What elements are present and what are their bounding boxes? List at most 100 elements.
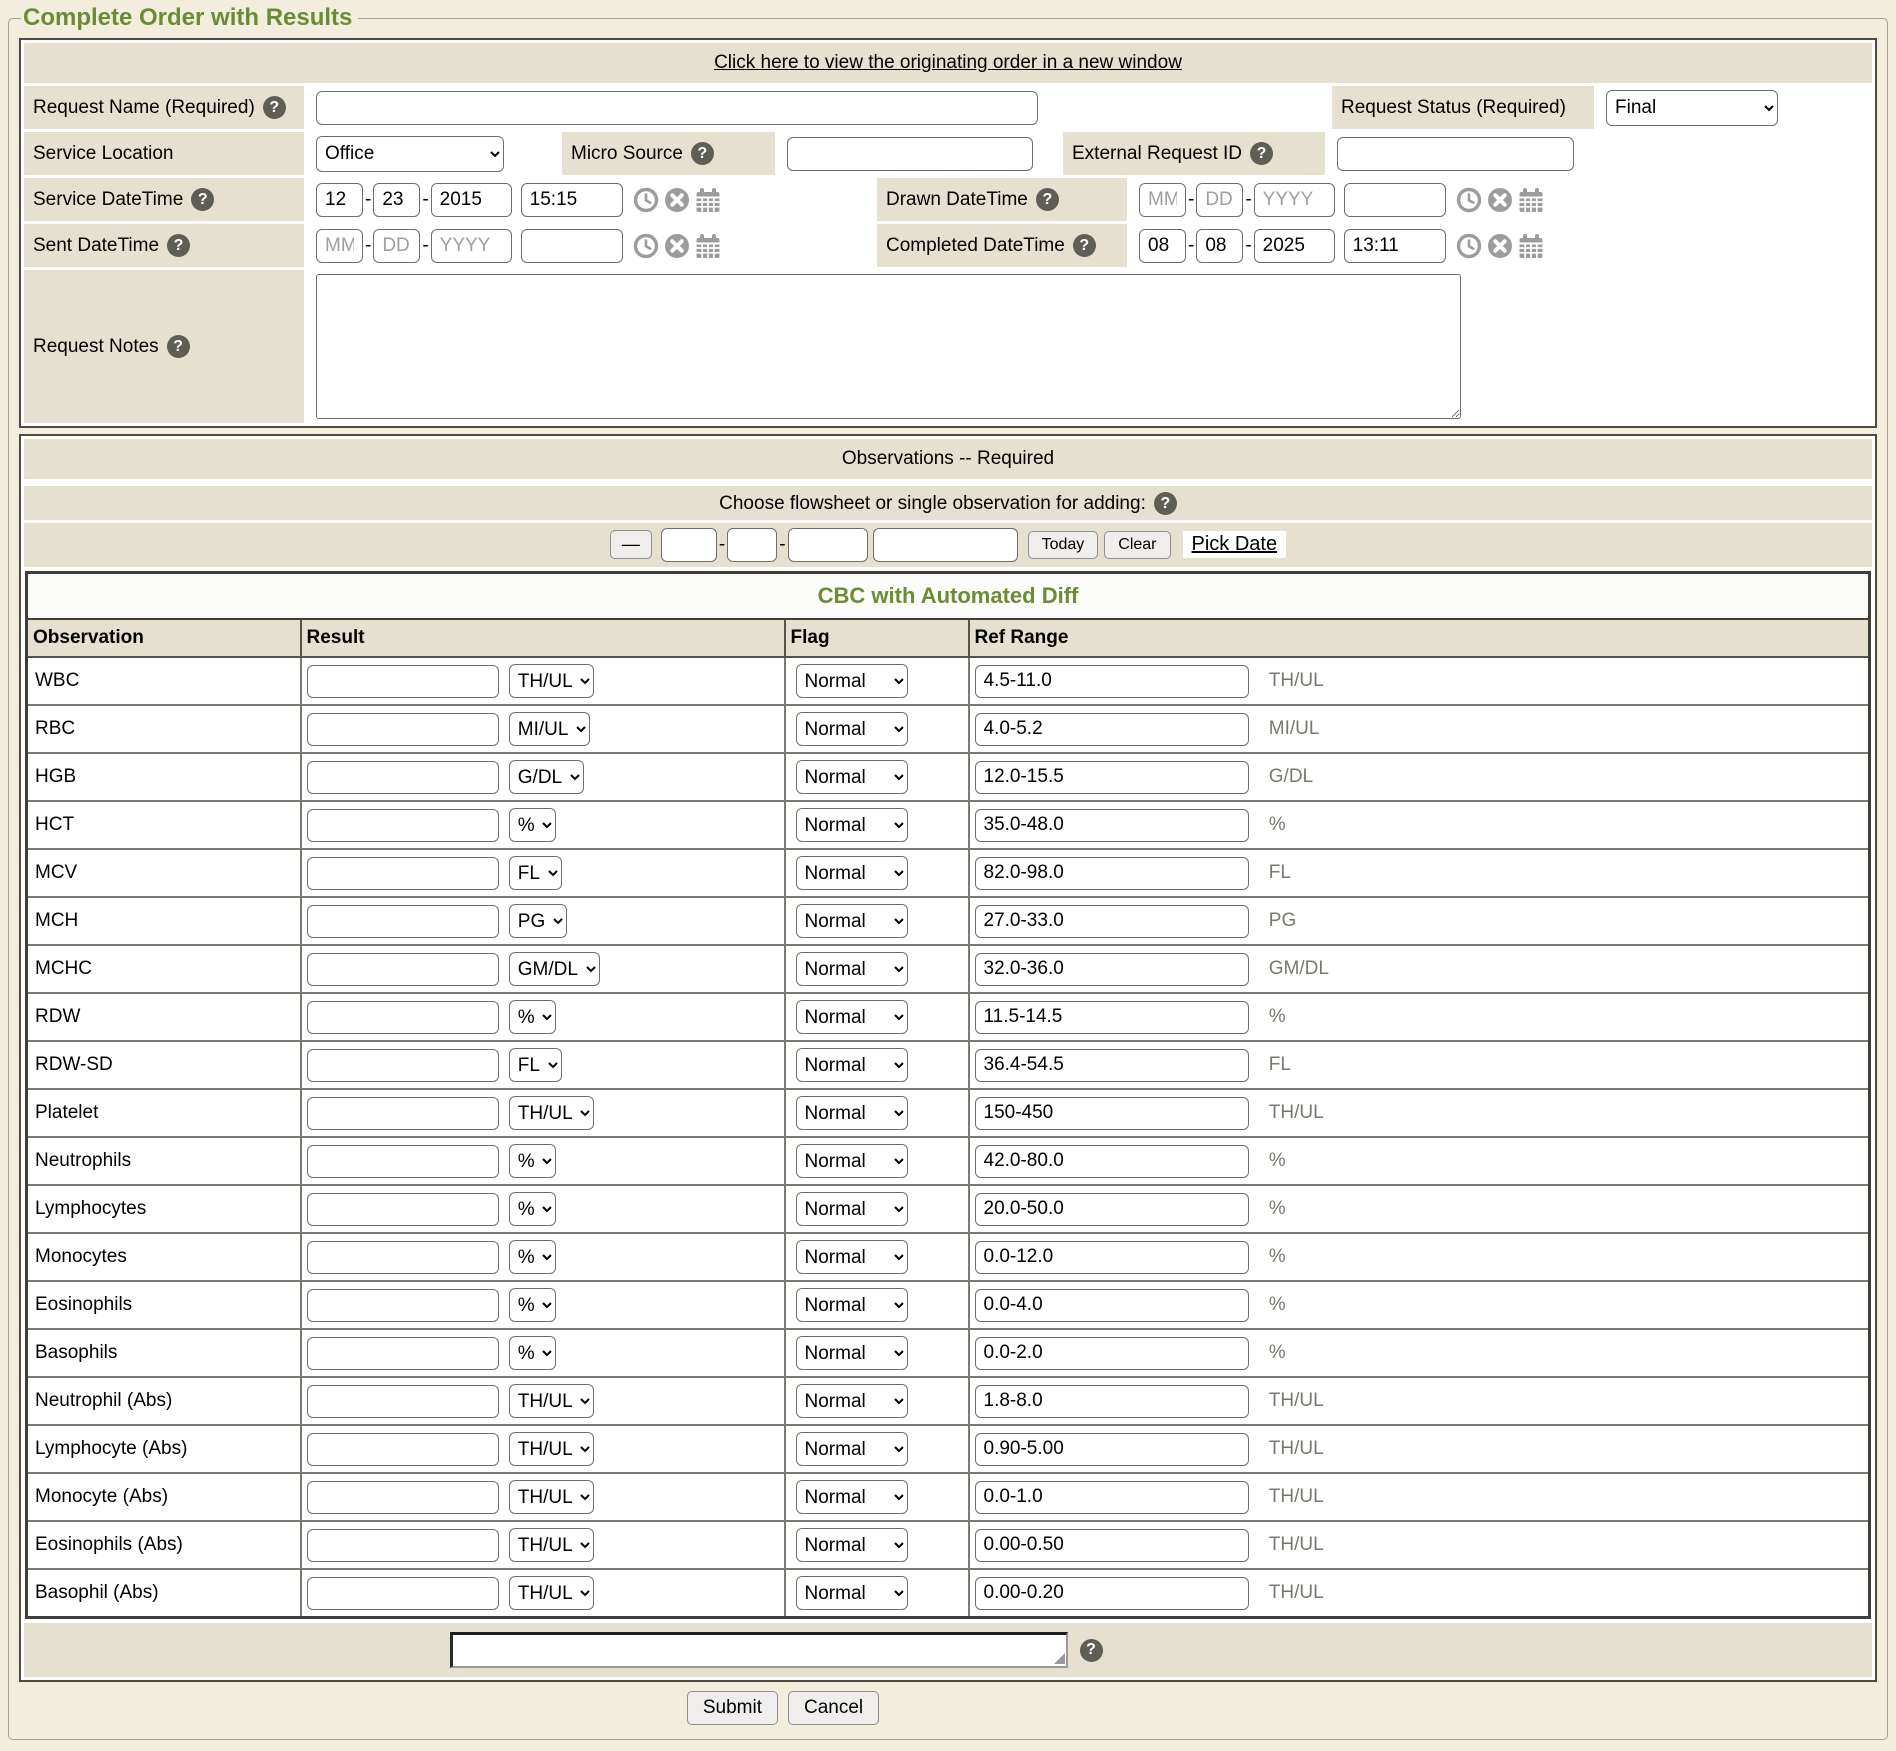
result-input[interactable] bbox=[307, 1529, 499, 1562]
result-unit-select[interactable]: TH/UL bbox=[509, 1432, 594, 1466]
result-input[interactable] bbox=[307, 1289, 499, 1322]
flag-select[interactable]: Normal bbox=[796, 1336, 908, 1370]
flowsheet-date-dd-input[interactable] bbox=[727, 528, 777, 562]
set-time-now-button[interactable] bbox=[633, 233, 659, 259]
flowsheet-date-yyyy-input[interactable] bbox=[788, 528, 868, 562]
ref-range-input[interactable] bbox=[975, 761, 1249, 794]
sent-date-dd-input[interactable] bbox=[373, 229, 420, 263]
drawn-date-mm-input[interactable] bbox=[1139, 183, 1186, 217]
flag-select[interactable]: Normal bbox=[796, 1192, 908, 1226]
help-icon[interactable]: ? bbox=[167, 234, 190, 257]
result-unit-select[interactable]: % bbox=[509, 1240, 556, 1274]
result-unit-select[interactable]: G/DL bbox=[509, 760, 584, 794]
result-input[interactable] bbox=[307, 1577, 499, 1610]
flag-select[interactable]: Normal bbox=[796, 1240, 908, 1274]
result-unit-select[interactable]: % bbox=[509, 808, 556, 842]
set-time-now-button[interactable] bbox=[633, 187, 659, 213]
result-unit-select[interactable]: % bbox=[509, 1000, 556, 1034]
remove-flowsheet-button[interactable]: — bbox=[610, 530, 652, 559]
flag-select[interactable]: Normal bbox=[796, 664, 908, 698]
ref-range-input[interactable] bbox=[975, 1289, 1249, 1322]
completed-time-input[interactable] bbox=[1344, 229, 1446, 263]
today-button[interactable]: Today bbox=[1028, 531, 1099, 559]
result-input[interactable] bbox=[307, 1337, 499, 1370]
flag-select[interactable]: Normal bbox=[796, 1384, 908, 1418]
result-input[interactable] bbox=[307, 1049, 499, 1082]
flag-select[interactable]: Normal bbox=[796, 1288, 908, 1322]
result-input[interactable] bbox=[307, 1001, 499, 1034]
result-unit-select[interactable]: TH/UL bbox=[509, 664, 594, 698]
ref-range-input[interactable] bbox=[975, 1193, 1249, 1226]
submit-button[interactable]: Submit bbox=[687, 1691, 778, 1725]
result-input[interactable] bbox=[307, 761, 499, 794]
request-status-select[interactable]: Final bbox=[1606, 90, 1778, 126]
clear-datetime-button[interactable] bbox=[1487, 233, 1513, 259]
help-icon[interactable]: ? bbox=[167, 335, 190, 358]
flag-select[interactable]: Normal bbox=[796, 856, 908, 890]
result-unit-select[interactable]: TH/UL bbox=[509, 1384, 594, 1418]
ref-range-input[interactable] bbox=[975, 1577, 1249, 1610]
result-unit-select[interactable]: FL bbox=[509, 1048, 562, 1082]
drawn-time-input[interactable] bbox=[1344, 183, 1446, 217]
clear-datetime-button[interactable] bbox=[664, 187, 690, 213]
result-input[interactable] bbox=[307, 953, 499, 986]
ref-range-input[interactable] bbox=[975, 1145, 1249, 1178]
completed-date-dd-input[interactable] bbox=[1196, 229, 1243, 263]
external-request-id-input[interactable] bbox=[1337, 137, 1574, 171]
calendar-picker-button[interactable] bbox=[1518, 233, 1544, 259]
help-icon[interactable]: ? bbox=[191, 188, 214, 211]
request-notes-textarea[interactable] bbox=[316, 274, 1461, 419]
result-unit-select[interactable]: TH/UL bbox=[509, 1576, 594, 1610]
service-time-input[interactable] bbox=[521, 183, 623, 217]
help-icon[interactable]: ? bbox=[1250, 142, 1273, 165]
flag-select[interactable]: Normal bbox=[796, 904, 908, 938]
service-date-yyyy-input[interactable] bbox=[431, 183, 512, 217]
calendar-picker-button[interactable] bbox=[695, 233, 721, 259]
clear-datetime-button[interactable] bbox=[664, 233, 690, 259]
help-icon[interactable]: ? bbox=[691, 142, 714, 165]
flag-select[interactable]: Normal bbox=[796, 1528, 908, 1562]
result-input[interactable] bbox=[307, 1481, 499, 1514]
help-icon[interactable]: ? bbox=[1080, 1639, 1103, 1662]
set-time-now-button[interactable] bbox=[1456, 233, 1482, 259]
drawn-date-yyyy-input[interactable] bbox=[1254, 183, 1335, 217]
ref-range-input[interactable] bbox=[975, 1001, 1249, 1034]
ref-range-input[interactable] bbox=[975, 905, 1249, 938]
flag-select[interactable]: Normal bbox=[796, 952, 908, 986]
result-unit-select[interactable]: TH/UL bbox=[509, 1096, 594, 1130]
sent-time-input[interactable] bbox=[521, 229, 623, 263]
drawn-date-dd-input[interactable] bbox=[1196, 183, 1243, 217]
result-input[interactable] bbox=[307, 665, 499, 698]
help-icon[interactable]: ? bbox=[1073, 234, 1096, 257]
view-originating-order-link[interactable]: Click here to view the originating order… bbox=[714, 52, 1182, 74]
calendar-picker-button[interactable] bbox=[695, 187, 721, 213]
ref-range-input[interactable] bbox=[975, 1049, 1249, 1082]
micro-source-input[interactable] bbox=[787, 137, 1033, 171]
ref-range-input[interactable] bbox=[975, 857, 1249, 890]
help-icon[interactable]: ? bbox=[1036, 188, 1059, 211]
cancel-button[interactable]: Cancel bbox=[788, 1691, 879, 1725]
ref-range-input[interactable] bbox=[975, 665, 1249, 698]
flag-select[interactable]: Normal bbox=[796, 712, 908, 746]
ref-range-input[interactable] bbox=[975, 1097, 1249, 1130]
help-icon[interactable]: ? bbox=[1154, 492, 1177, 515]
completed-date-yyyy-input[interactable] bbox=[1254, 229, 1335, 263]
ref-range-input[interactable] bbox=[975, 1337, 1249, 1370]
result-input[interactable] bbox=[307, 905, 499, 938]
flag-select[interactable]: Normal bbox=[796, 1576, 908, 1610]
flag-select[interactable]: Normal bbox=[796, 808, 908, 842]
flowsheet-time-input[interactable] bbox=[873, 528, 1018, 562]
service-location-select[interactable]: Office bbox=[316, 136, 504, 172]
result-unit-select[interactable]: MI/UL bbox=[509, 712, 590, 746]
ref-range-input[interactable] bbox=[975, 713, 1249, 746]
result-input[interactable] bbox=[307, 1433, 499, 1466]
flag-select[interactable]: Normal bbox=[796, 760, 908, 794]
calendar-picker-button[interactable] bbox=[1518, 187, 1544, 213]
result-input[interactable] bbox=[307, 1385, 499, 1418]
result-input[interactable] bbox=[307, 713, 499, 746]
service-date-dd-input[interactable] bbox=[373, 183, 420, 217]
service-date-mm-input[interactable] bbox=[316, 183, 363, 217]
flag-select[interactable]: Normal bbox=[796, 1480, 908, 1514]
result-input[interactable] bbox=[307, 1097, 499, 1130]
result-unit-select[interactable]: PG bbox=[509, 904, 567, 938]
